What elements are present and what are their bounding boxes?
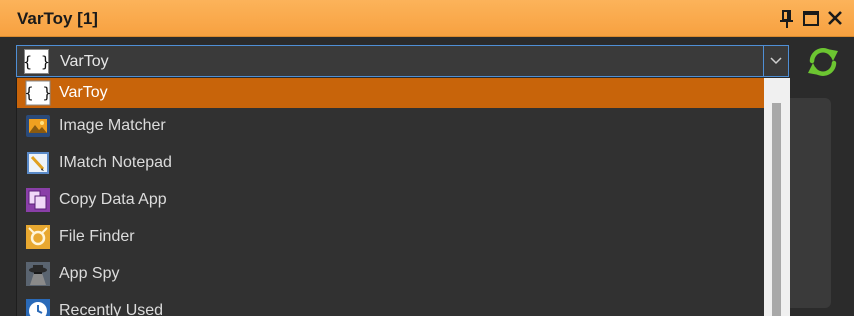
maximize-icon[interactable] [800,6,822,30]
notepad-icon [25,150,51,176]
svg-text:{ }: { } [25,84,51,102]
list-item-label: VarToy [59,84,108,101]
scrollbar-thumb[interactable] [772,103,781,316]
image-matcher-icon [25,113,51,139]
copy-data-icon [25,187,51,213]
list-item-vartoy[interactable]: { } VarToy [17,78,764,108]
list-item-label: Recently Used [59,302,164,316]
title-bar: VarToy [1] [0,0,854,37]
side-panel [790,98,831,308]
list-item-file-finder[interactable]: File Finder [17,222,764,252]
list-item-imatch-notepad[interactable]: IMatch Notepad [17,148,764,178]
window-title: VarToy [1] [17,9,98,28]
braces-icon: { } [23,49,50,74]
list-item-label: File Finder [59,228,135,245]
recently-used-icon [25,298,51,316]
list-item-copy-data-app[interactable]: Copy Data App [17,185,764,215]
app-selector[interactable]: { } VarToy [16,45,789,77]
list-item-recently-used[interactable]: Recently Used [17,296,764,316]
chevron-down-icon[interactable] [763,46,788,76]
refresh-icon[interactable] [805,44,841,80]
svg-text:{ }: { } [24,53,49,71]
list-item-label: App Spy [59,265,120,282]
list-item-app-spy[interactable]: App Spy [17,259,764,289]
list-item-label: Copy Data App [59,191,167,208]
list-item-label: Image Matcher [59,117,166,134]
braces-icon: { } [24,80,52,106]
dropdown-scrollbar[interactable] [764,78,790,316]
app-selector-value: VarToy [60,53,109,70]
app-spy-icon [25,261,51,287]
list-item-image-matcher[interactable]: Image Matcher [17,111,764,141]
close-icon[interactable] [824,6,846,30]
pin-icon[interactable] [776,6,798,30]
file-finder-icon [25,224,51,250]
app-dropdown-list: { } VarToy Image Matcher IMatch Notepad [16,78,790,316]
list-item-label: IMatch Notepad [59,154,172,171]
